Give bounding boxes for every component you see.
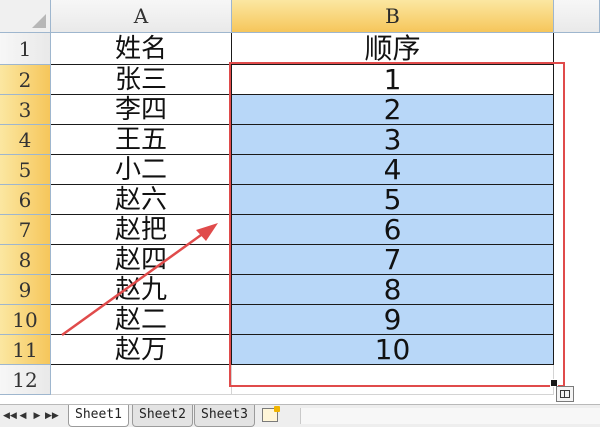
- insert-sheet-icon[interactable]: [262, 406, 280, 422]
- row-header-7[interactable]: 7: [0, 215, 51, 245]
- sheet-nav-button-3[interactable]: ▶: [31, 409, 43, 423]
- column-header-a[interactable]: A: [51, 0, 232, 33]
- cell-a4[interactable]: 王五: [51, 125, 232, 155]
- cell-a12[interactable]: [51, 365, 232, 395]
- row-header-3[interactable]: 3: [0, 95, 51, 125]
- cell-a9[interactable]: 赵九: [51, 275, 232, 305]
- cell-a7[interactable]: 赵把: [51, 215, 232, 245]
- select-all-triangle-icon: [32, 14, 46, 28]
- sheet-nav-button-4[interactable]: ▶▶: [45, 409, 59, 423]
- column-header-b[interactable]: B: [232, 0, 554, 33]
- tab-sheet3[interactable]: Sheet3: [194, 405, 255, 427]
- cell-a11[interactable]: 赵万: [51, 335, 232, 365]
- select-all-corner[interactable]: [0, 0, 51, 33]
- row-header-10[interactable]: 10: [0, 305, 51, 335]
- cell-a1[interactable]: 姓名: [51, 33, 232, 65]
- row-header-9[interactable]: 9: [0, 275, 51, 305]
- annotation-highlight-box: [229, 62, 565, 387]
- spreadsheet: AB 1 姓名 顺序 2 张三 1 3 李四 2 4 王五 3 5 小二 4 6 赵六 5 7 赵把 6 8 赵四 7 9 赵九 8…: [0, 0, 600, 427]
- cell-a8[interactable]: 赵四: [51, 245, 232, 275]
- row-header-5[interactable]: 5: [0, 155, 51, 185]
- row-header-2[interactable]: 2: [0, 65, 51, 95]
- column-header-filler: [554, 0, 600, 33]
- tab-sheet1[interactable]: Sheet1: [68, 405, 129, 427]
- cell-a2[interactable]: 张三: [51, 65, 232, 95]
- row-header-4[interactable]: 4: [0, 125, 51, 155]
- row-header-6[interactable]: 6: [0, 185, 51, 215]
- sheet-nav-button-2[interactable]: ◀: [17, 409, 29, 423]
- cell-a5[interactable]: 小二: [51, 155, 232, 185]
- horizontal-scrollbar[interactable]: [300, 408, 600, 424]
- row-header-12[interactable]: 12: [0, 365, 51, 395]
- row-header-11[interactable]: 11: [0, 335, 51, 365]
- sheet-tab-bar: ◀◀ ◀ ▶ ▶▶ Sheet1 Sheet2 Sheet3: [0, 404, 600, 427]
- autofill-options-icon[interactable]: [556, 386, 574, 402]
- cell-a10[interactable]: 赵二: [51, 305, 232, 335]
- cell-a6[interactable]: 赵六: [51, 185, 232, 215]
- row-header-8[interactable]: 8: [0, 245, 51, 275]
- tab-sheet2[interactable]: Sheet2: [132, 405, 193, 427]
- cell-b1[interactable]: 顺序: [232, 33, 554, 65]
- cell-a3[interactable]: 李四: [51, 95, 232, 125]
- row-header-1[interactable]: 1: [0, 33, 51, 65]
- sheet-nav-button-1[interactable]: ◀◀: [3, 409, 17, 423]
